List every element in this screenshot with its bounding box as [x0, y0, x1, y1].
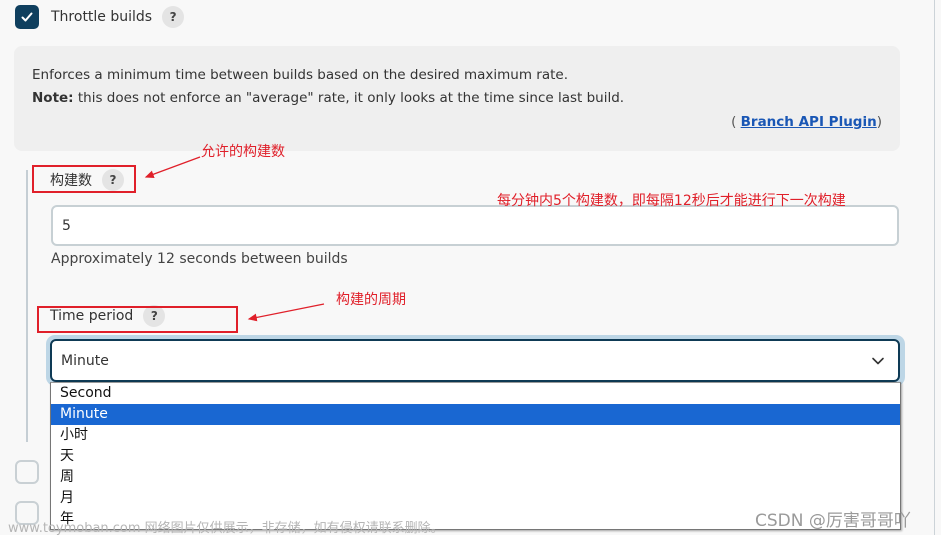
time-period-select[interactable]: Minute: [50, 339, 900, 382]
nested-section-rail: [26, 170, 28, 442]
branch-api-plugin-link[interactable]: Branch API Plugin: [741, 114, 877, 130]
option-second[interactable]: Second: [51, 383, 900, 404]
throttle-builds-row: Throttle builds ?: [15, 4, 185, 30]
option-checkbox[interactable]: [15, 460, 39, 484]
build-interval-hint: Approximately 12 seconds between builds: [51, 251, 348, 267]
help-description-line: Enforces a minimum time between builds b…: [32, 67, 569, 83]
throttle-help-button[interactable]: ?: [162, 6, 185, 28]
throttle-builds-checkbox[interactable]: [15, 5, 39, 29]
option-day[interactable]: 天: [51, 446, 900, 467]
time-period-label: Time period: [50, 308, 134, 324]
option-minute[interactable]: Minute: [51, 404, 900, 425]
annotation-period-note: 构建的周期: [336, 292, 406, 308]
site-watermark: www.toymoban.com 网络图片仅供展示，非存储，如有侵权请联系删除。: [8, 521, 444, 535]
throttle-builds-label: Throttle builds: [51, 9, 153, 25]
page-edge-divider: [934, 0, 935, 535]
help-note-line: Note: this does not enforce an "average"…: [32, 87, 624, 110]
chevron-down-icon: [872, 357, 884, 365]
time-period-selected-value: Minute: [61, 352, 109, 369]
option-hour[interactable]: 小时: [51, 425, 900, 446]
arrow-icon: [144, 156, 201, 178]
build-count-label-row: 构建数 ?: [50, 169, 124, 191]
plugin-attribution: ( Branch API Plugin): [731, 111, 882, 134]
arrow-icon: [247, 303, 325, 322]
annotation-build-count-note: 允许的构建数: [201, 144, 285, 160]
author-watermark: CSDN @厉害哥哥吖: [755, 511, 911, 531]
throttle-help-panel: Enforces a minimum time between builds b…: [14, 46, 900, 151]
plugin-paren-close: ): [876, 114, 882, 130]
time-period-help-button[interactable]: ?: [143, 305, 166, 327]
note-label: Note:: [32, 90, 74, 106]
build-count-value: 5: [62, 217, 71, 234]
plugin-paren-open: (: [731, 114, 741, 130]
annotation-rate-note: 每分钟内5个构建数，即每隔12秒后才能进行下一次构建: [497, 193, 846, 209]
build-count-help-button[interactable]: ?: [102, 169, 124, 191]
time-period-label-row: Time period ?: [50, 305, 166, 327]
note-text: this does not enforce an "average" rate,…: [73, 90, 625, 106]
build-count-label: 构建数: [50, 173, 92, 189]
option-week[interactable]: 周: [51, 467, 900, 488]
checkmark-icon: [21, 12, 33, 22]
build-count-input[interactable]: 5: [51, 205, 899, 246]
